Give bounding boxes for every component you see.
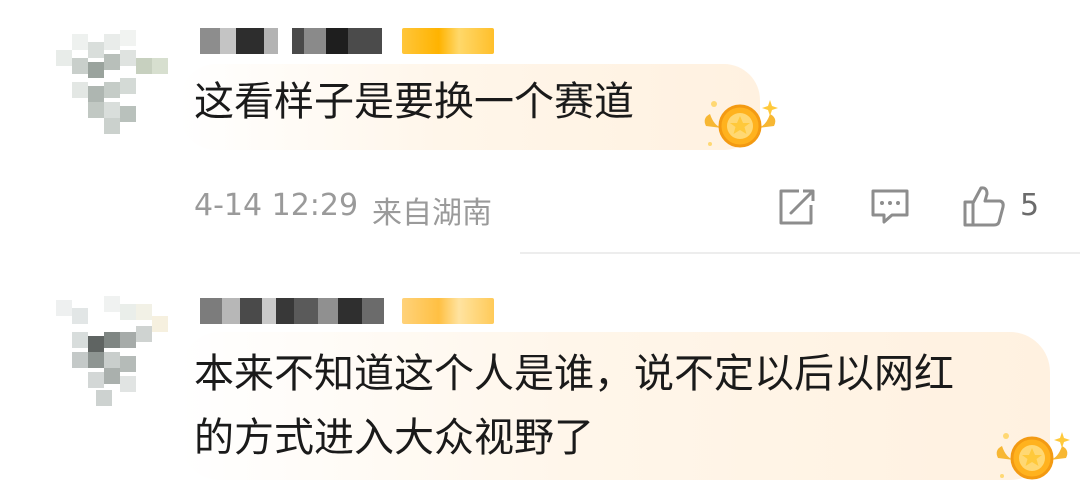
share-edit-icon[interactable] bbox=[777, 187, 817, 227]
comment-text-line-2: 的方式进入大众视野了 bbox=[194, 415, 594, 461]
username[interactable] bbox=[200, 28, 390, 54]
comment-location: 来自湖南 bbox=[372, 196, 492, 231]
like-count: 5 bbox=[1020, 188, 1040, 223]
comment-bubble-icon[interactable] bbox=[870, 187, 910, 227]
avatar[interactable] bbox=[56, 296, 168, 412]
vip-badge bbox=[402, 28, 494, 54]
avatar[interactable] bbox=[56, 30, 168, 134]
star-medal-icon bbox=[704, 100, 778, 148]
divider bbox=[520, 252, 1080, 254]
vip-badge bbox=[402, 298, 494, 324]
username[interactable] bbox=[200, 298, 390, 324]
comment-text-line-1: 本来不知道这个人是谁，说不定以后以网红 bbox=[194, 351, 954, 397]
comment-thread: 这看样子是要换一个赛道 4-14 12:29 来自湖南 5 本来不知道这个人是谁… bbox=[0, 0, 1080, 493]
comment-time: 4-14 12:29 bbox=[194, 188, 359, 223]
thumbs-up-icon[interactable] bbox=[962, 184, 1006, 228]
star-medal-icon bbox=[996, 432, 1070, 480]
comment-text: 这看样子是要换一个赛道 bbox=[194, 79, 634, 125]
